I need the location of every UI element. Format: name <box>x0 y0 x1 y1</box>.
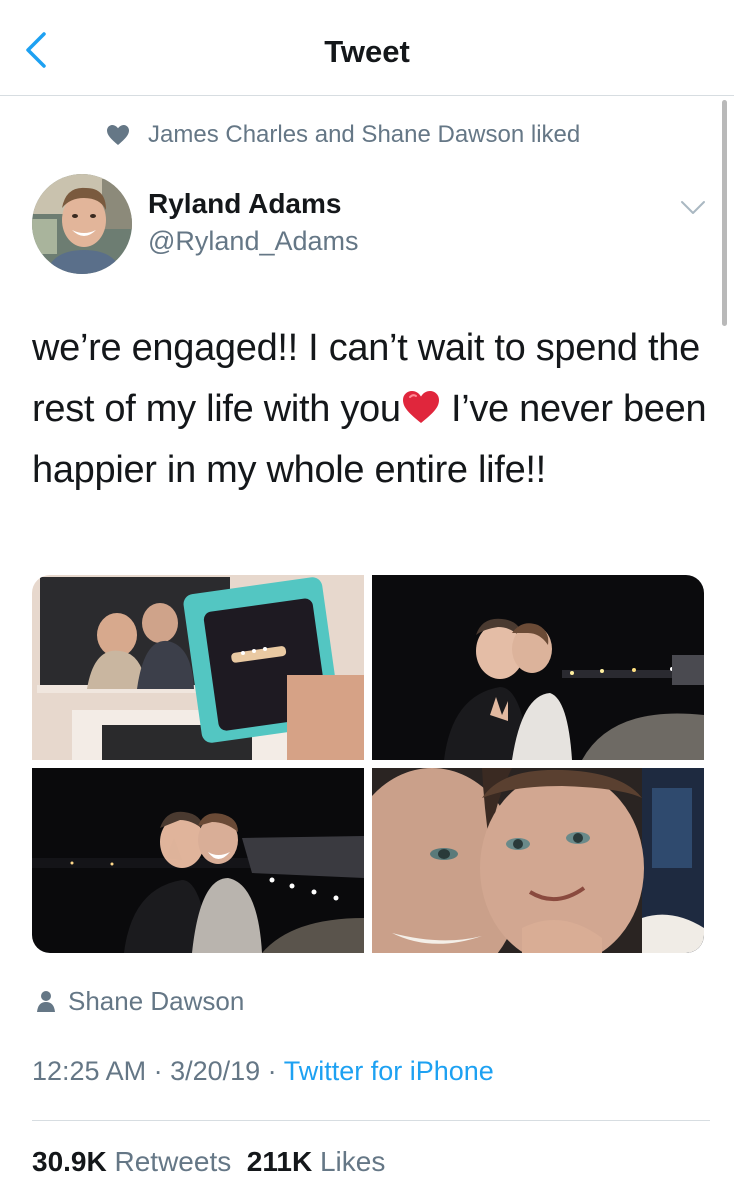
heart-icon <box>107 125 129 145</box>
page-title: Tweet <box>324 34 410 69</box>
avatar-image <box>32 174 132 274</box>
author-handle[interactable]: @Ryland_Adams <box>148 226 359 257</box>
red-heart-emoji <box>402 391 439 423</box>
tweet-date: 3/20/19 <box>170 1056 261 1086</box>
social-context[interactable]: James Charles and Shane Dawson liked <box>106 120 580 150</box>
photo-hug-pier[interactable] <box>32 768 364 953</box>
tweet-text: we’re engaged!! I can’t wait to spend th… <box>32 318 722 501</box>
tweet-stats: 30.9K Retweets 211K Likes <box>32 1146 385 1178</box>
scrollbar[interactable] <box>722 100 727 326</box>
tagged-people[interactable]: Shane Dawson <box>36 984 244 1018</box>
divider <box>32 1120 710 1121</box>
tagged-person-name: Shane Dawson <box>68 985 245 1016</box>
meta-separator: · <box>146 1056 171 1086</box>
person-icon <box>37 991 55 1012</box>
retweets-label: Retweets <box>114 1146 232 1177</box>
likes-label: Likes <box>319 1146 386 1177</box>
navigation-bar: Tweet <box>0 0 734 96</box>
social-context-label: James Charles and Shane Dawson liked <box>148 121 581 148</box>
chevron-down-icon <box>681 201 705 214</box>
tweet-source-link[interactable]: Twitter for iPhone <box>284 1056 494 1086</box>
tweet-metadata: 12:25 AM · 3/20/19 · Twitter for iPhone <box>32 1056 494 1087</box>
photo-kiss-night[interactable] <box>372 575 704 760</box>
retweets-stat[interactable]: 30.9K Retweets <box>32 1146 231 1177</box>
tweet-menu-button[interactable] <box>680 198 706 218</box>
photo-selfie[interactable] <box>372 768 704 953</box>
tweet-time: 12:25 AM <box>32 1056 147 1086</box>
media-grid <box>32 575 704 953</box>
meta-separator: · <box>260 1056 284 1086</box>
likes-count: 211K <box>246 1146 313 1177</box>
author-name[interactable]: Ryland Adams <box>148 188 341 220</box>
photo-ring-box[interactable] <box>32 575 364 760</box>
likes-stat[interactable]: 211K Likes <box>247 1146 386 1177</box>
retweets-count: 30.9K <box>32 1146 107 1177</box>
avatar[interactable] <box>32 174 132 274</box>
